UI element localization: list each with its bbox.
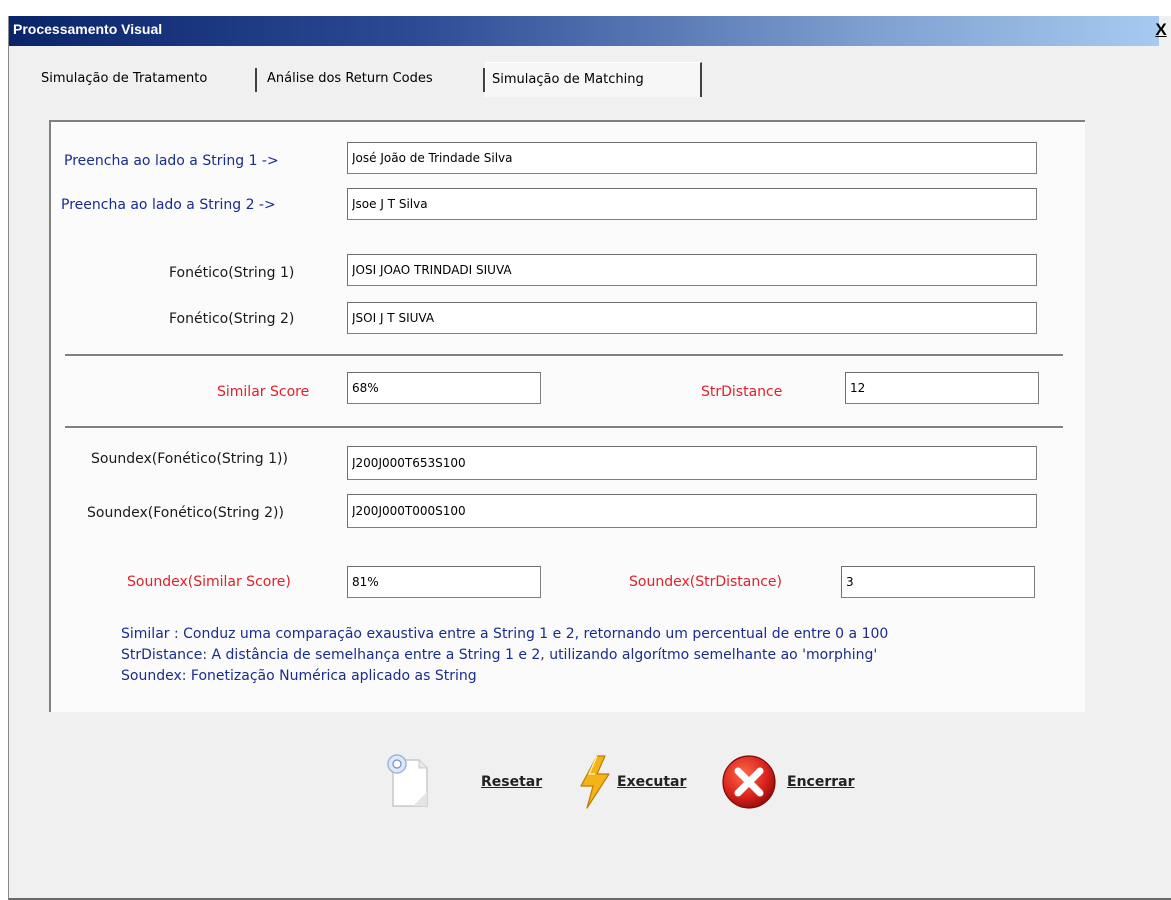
strdistance-input[interactable]	[845, 372, 1039, 404]
soundex1-input[interactable]	[347, 446, 1037, 480]
soundex-strdistance-input[interactable]	[841, 566, 1035, 598]
fonetico2-input[interactable]	[347, 302, 1037, 334]
soundex-strdistance-label: Soundex(StrDistance)	[629, 574, 783, 590]
tab-analise-return-codes[interactable]: Análise dos Return Codes	[261, 62, 439, 96]
similar-score-label: Similar Score	[217, 384, 310, 400]
divider	[65, 354, 1063, 357]
title-bar: Processamento Visual	[9, 16, 1159, 46]
fonetico2-label: Fonético(String 2)	[169, 311, 295, 327]
matching-panel: Preencha ao lado a String 1 -> Preencha …	[49, 120, 1085, 712]
tab-separator	[255, 68, 257, 92]
soundex1-label: Soundex(Fonético(String 1))	[91, 451, 288, 467]
execute-button[interactable]: Executar	[575, 752, 705, 812]
lightning-icon	[580, 755, 610, 809]
similar-score-input[interactable]	[347, 372, 541, 404]
soundex-similar-score-input[interactable]	[347, 566, 541, 598]
info-line-strdistance: StrDistance: A distância de semelhança e…	[121, 647, 878, 663]
strdistance-label: StrDistance	[701, 384, 783, 400]
window-title: Processamento Visual	[13, 21, 163, 37]
info-line-similar: Similar : Conduz uma comparação exaustiv…	[121, 626, 889, 642]
tab-simulacao-tratamento[interactable]: Simulação de Tratamento	[35, 62, 213, 96]
execute-label: Executar	[617, 774, 687, 790]
tab-simulacao-matching[interactable]: Simulação de Matching	[485, 62, 702, 97]
close-form-button[interactable]: Encerrar	[719, 752, 879, 812]
string1-label: Preencha ao lado a String 1 ->	[64, 153, 279, 169]
string2-label: Preencha ao lado a String 2 ->	[61, 197, 276, 213]
info-text: Similar : Conduz uma comparação exaustiv…	[121, 624, 888, 687]
string1-input[interactable]	[347, 142, 1037, 174]
close-form-label: Encerrar	[787, 774, 855, 790]
soundex2-label: Soundex(Fonético(String 2))	[87, 505, 284, 521]
info-line-soundex: Soundex: Fonetização Numérica aplicado a…	[121, 668, 477, 684]
reset-label: Resetar	[481, 774, 543, 790]
document-icon	[387, 754, 428, 807]
string2-input[interactable]	[347, 188, 1037, 220]
soundex-similar-score-label: Soundex(Similar Score)	[127, 574, 291, 590]
window-close-button[interactable]: X	[1152, 21, 1170, 39]
close-circle-icon	[722, 755, 776, 809]
fonetico1-input[interactable]	[347, 254, 1037, 286]
soundex2-input[interactable]	[347, 494, 1037, 528]
divider	[65, 426, 1063, 429]
fonetico1-label: Fonético(String 1)	[169, 265, 295, 281]
app-window: Processamento Visual X Simulação de Trat…	[8, 16, 1171, 900]
reset-button[interactable]: Resetar	[383, 752, 553, 812]
